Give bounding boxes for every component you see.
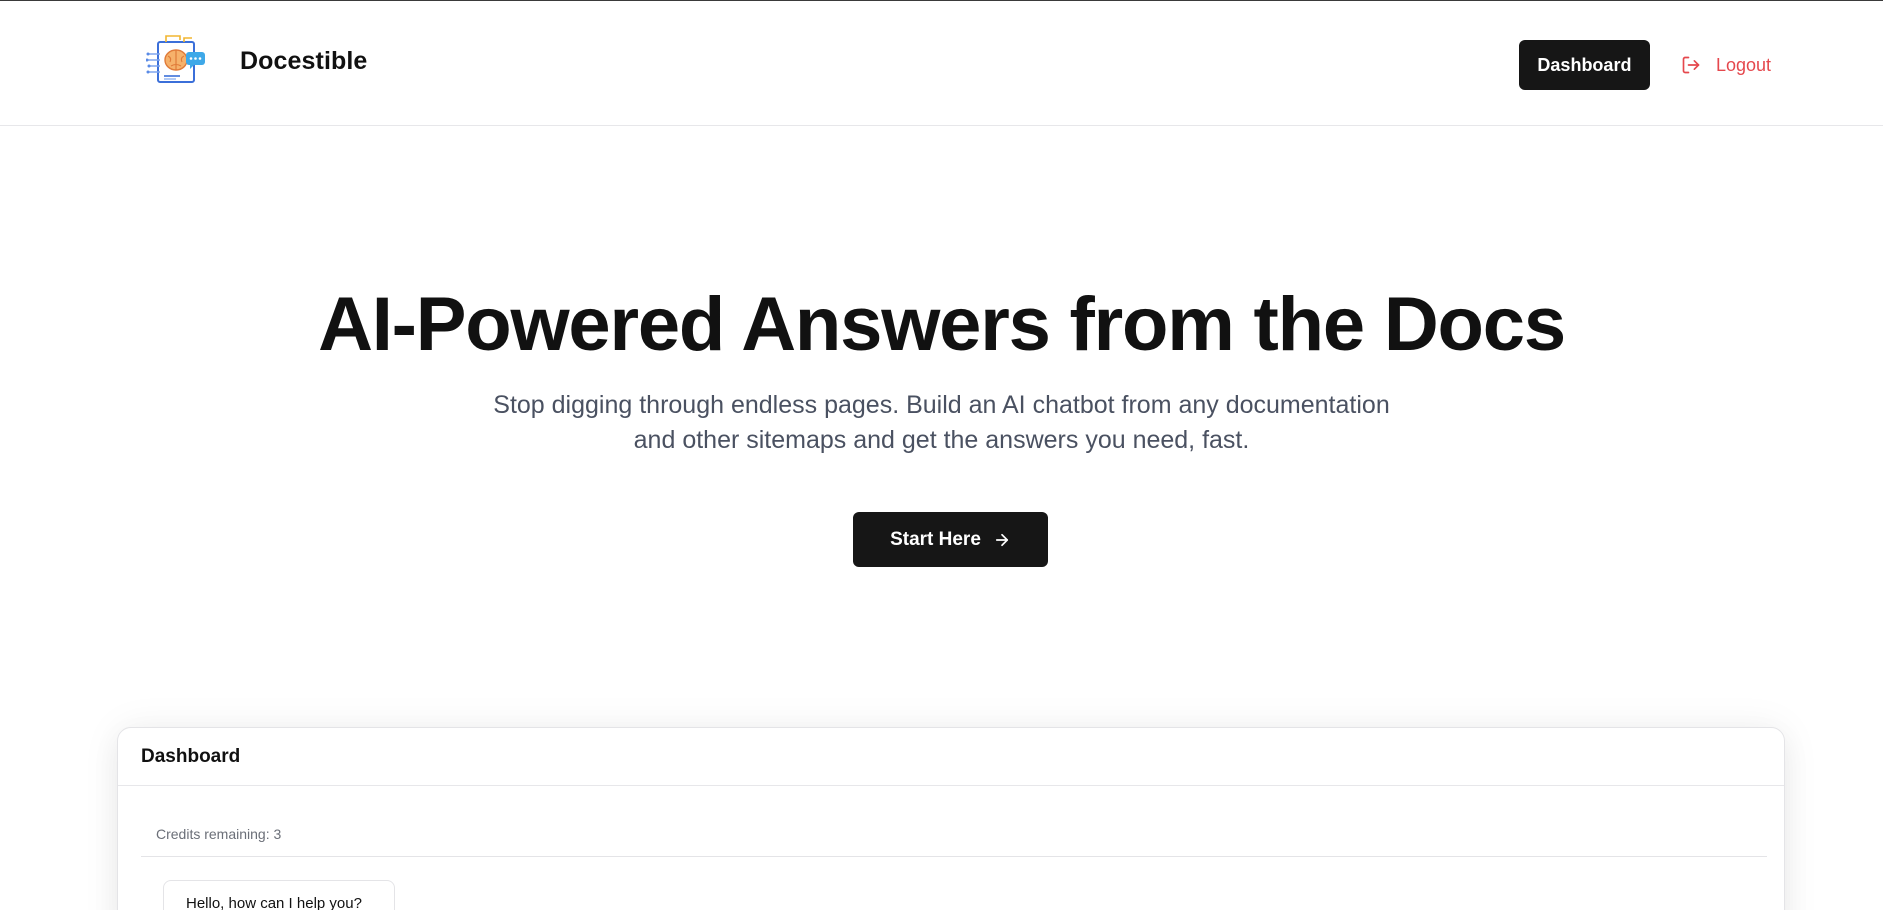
credits-remaining: Credits remaining: 3 <box>156 826 282 842</box>
start-here-button[interactable]: Start Here <box>853 512 1048 567</box>
hero-section: AI-Powered Answers from the Docs Stop di… <box>0 280 1883 458</box>
logout-button[interactable]: Logout <box>1681 55 1771 76</box>
brand[interactable]: Docestible <box>146 34 367 89</box>
dashboard-preview-card: Dashboard Credits remaining: 3 Hello, ho… <box>117 727 1785 910</box>
nav-actions: Dashboard Logout <box>1518 40 1771 90</box>
dashboard-button[interactable]: Dashboard <box>1518 40 1650 90</box>
logout-arrow-icon <box>1682 56 1700 74</box>
navbar: Docestible Dashboard Logout <box>0 1 1883 126</box>
arrow-right-icon <box>995 533 1008 546</box>
brain-chat-document-icon <box>146 35 205 83</box>
brand-name: Docestible <box>240 47 368 75</box>
divider <box>141 856 1767 857</box>
hero-title: AI-Powered Answers from the Docs <box>318 282 1566 367</box>
hero-subtitle: Stop digging through endless pages. Buil… <box>493 391 1390 454</box>
page: Docestible Dashboard Logout AI-Powered A… <box>0 0 1883 910</box>
card-title: Dashboard <box>118 728 1784 786</box>
logout-label: Logout <box>1715 54 1771 75</box>
start-here-label: Start Here <box>890 528 981 550</box>
chat-message-bubble: Hello, how can I help you? <box>163 880 395 910</box>
